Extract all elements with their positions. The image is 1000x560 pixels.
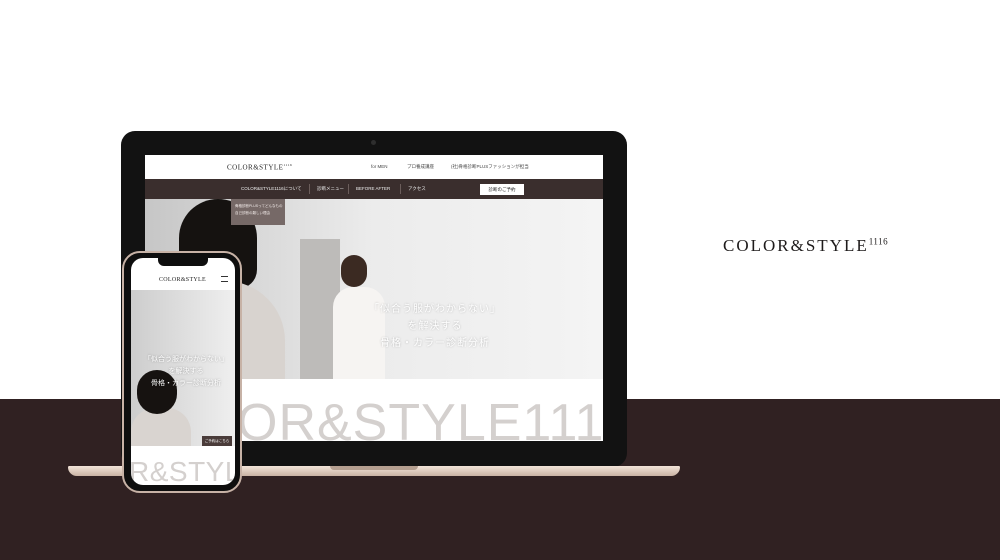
site-topbar: COLOR&STYLE1116 for MEN プロ養成講座 (社)骨格診断PL… [145,155,603,179]
nav-dropdown: 骨格診断PLUSってどんなもの 自己診断の難しい理由 [231,199,285,225]
phone-hero-headline: 「似合う服がわからない」 を解決する 骨格・カラー診断分析 [139,354,233,390]
nav-item-access[interactable]: アクセス [408,186,426,192]
big-brand-text: OR&STYLE1116 [237,394,603,441]
toplink-pro-course[interactable]: プロ養成講座 [407,164,434,170]
phone-hero-body [131,408,191,446]
phone-screen: COLOR&STYLE 「似合う服がわからない」 を解決する 骨格・カラー診断分… [131,258,235,485]
nav-item-about[interactable]: COLOR&STYLE1116について [241,186,301,192]
phone-hero-line-3: 骨格・カラー診断分析 [151,380,221,387]
phone-hero-line-1: 「似合う服がわからない」 [144,356,228,363]
hero-line-3: 骨格・カラー診断分析 [380,338,490,349]
nav-divider [348,184,349,194]
hero-line-2: を解決する [407,321,463,332]
site-logo-text: COLOR&STYLE [227,163,284,172]
phone-notch [158,258,208,266]
dropdown-item[interactable]: 骨格診断PLUSってどんなもの [235,203,282,210]
hamburger-menu-icon[interactable] [221,276,228,282]
phone-reserve-button[interactable]: ご予約はこちら [202,436,232,446]
phone-logo[interactable]: COLOR&STYLE [159,277,206,283]
site-navbar: COLOR&STYLE1116について 診断メニュー BEFORE AFTER … [145,179,603,199]
stage: COLOR&STYLE1116 for MEN プロ養成講座 (社)骨格診断PL… [0,0,1000,560]
phone-hero-line-2: を解決する [168,368,204,375]
hero-headline: 「似合う服がわからない」 を解決する 骨格・カラー診断分析 [355,301,515,352]
toplink-men[interactable]: for MEN [371,164,388,169]
dropdown-item[interactable]: 自己診断の難しい理由 [235,210,281,217]
brand-logo: COLOR&STYLE1116 [723,236,888,256]
hero-line-1: 「似合う服がわからない」 [369,304,501,315]
nav-divider [309,184,310,194]
nav-divider [400,184,401,194]
nav-item-menu[interactable]: 診断メニュー [317,186,344,192]
reserve-button[interactable]: 診断のご予約 [480,184,524,195]
site-logo-number: 1116 [283,163,293,167]
brand-logo-number: 1116 [868,236,889,247]
laptop-notch [330,466,418,470]
phone-big-brand-text: R&STYLE1 [131,456,235,485]
site-logo[interactable]: COLOR&STYLE1116 [227,163,292,171]
hero-reflection-head [341,255,367,287]
phone-hero: 「似合う服がわからない」 を解決する 骨格・カラー診断分析 ご予約はこちら [131,290,235,446]
brand-logo-text: COLOR&STYLE [723,236,869,255]
nav-item-before-after[interactable]: BEFORE AFTER [356,186,390,191]
camera-icon [371,140,376,145]
toplink-association[interactable]: (社)骨格診断PLUSファッションが担当 [451,164,529,170]
